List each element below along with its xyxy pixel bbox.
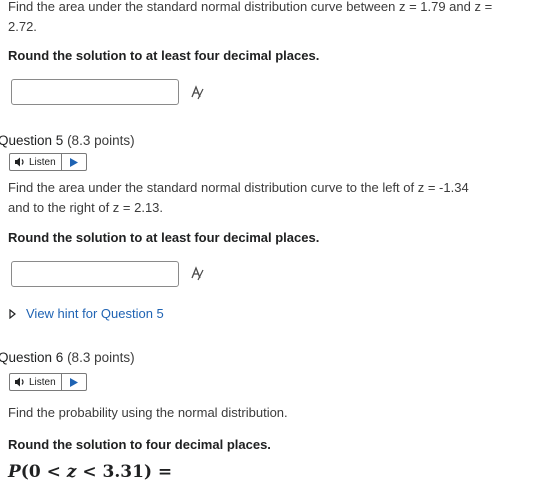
q5-answer-input[interactable] [11, 261, 179, 287]
q6-listen-label: Listen [29, 376, 56, 388]
q5-points: (8.3 points) [67, 133, 135, 148]
q6-text: Find the probability using the normal di… [8, 405, 288, 420]
q4-round-instruction: Round the solution to at least four deci… [8, 48, 320, 63]
equation-editor-icon[interactable] [189, 266, 205, 282]
q4-answer-input[interactable] [11, 79, 179, 105]
q6-title: Question 6 (8.3 points) [0, 350, 135, 365]
q5-listen-button[interactable]: Listen [10, 154, 62, 170]
q5-listen-control: Listen [9, 153, 87, 171]
q5-text: Find the area under the standard normal … [8, 180, 469, 215]
speaker-icon [15, 377, 24, 387]
q6-points: (8.3 points) [67, 350, 135, 365]
q5-play-button[interactable] [62, 154, 86, 170]
equation-editor-icon[interactable] [189, 85, 205, 101]
play-icon [69, 157, 78, 167]
q6-probability-formula: P(0 < z < 3.31) = [8, 462, 173, 482]
q5-title-text: Question 5 [0, 133, 64, 148]
q5-title: Question 5 (8.3 points) [0, 133, 135, 148]
q5-listen-label: Listen [29, 156, 56, 168]
triangle-right-icon [9, 308, 16, 319]
q5-hint-label[interactable]: View hint for Question 5 [26, 306, 164, 321]
speaker-icon [15, 157, 24, 167]
q6-play-button[interactable] [62, 374, 86, 390]
q5-hint-toggle[interactable]: View hint for Question 5 [9, 306, 164, 321]
q6-title-text: Question 6 [0, 350, 64, 365]
q4-text: Find the area under the standard normal … [8, 0, 493, 34]
q6-listen-control: Listen [9, 373, 87, 391]
q6-listen-button[interactable]: Listen [10, 374, 62, 390]
q5-round-instruction: Round the solution to at least four deci… [8, 230, 320, 245]
play-icon [69, 377, 78, 387]
q6-round-instruction: Round the solution to four decimal place… [8, 437, 271, 452]
